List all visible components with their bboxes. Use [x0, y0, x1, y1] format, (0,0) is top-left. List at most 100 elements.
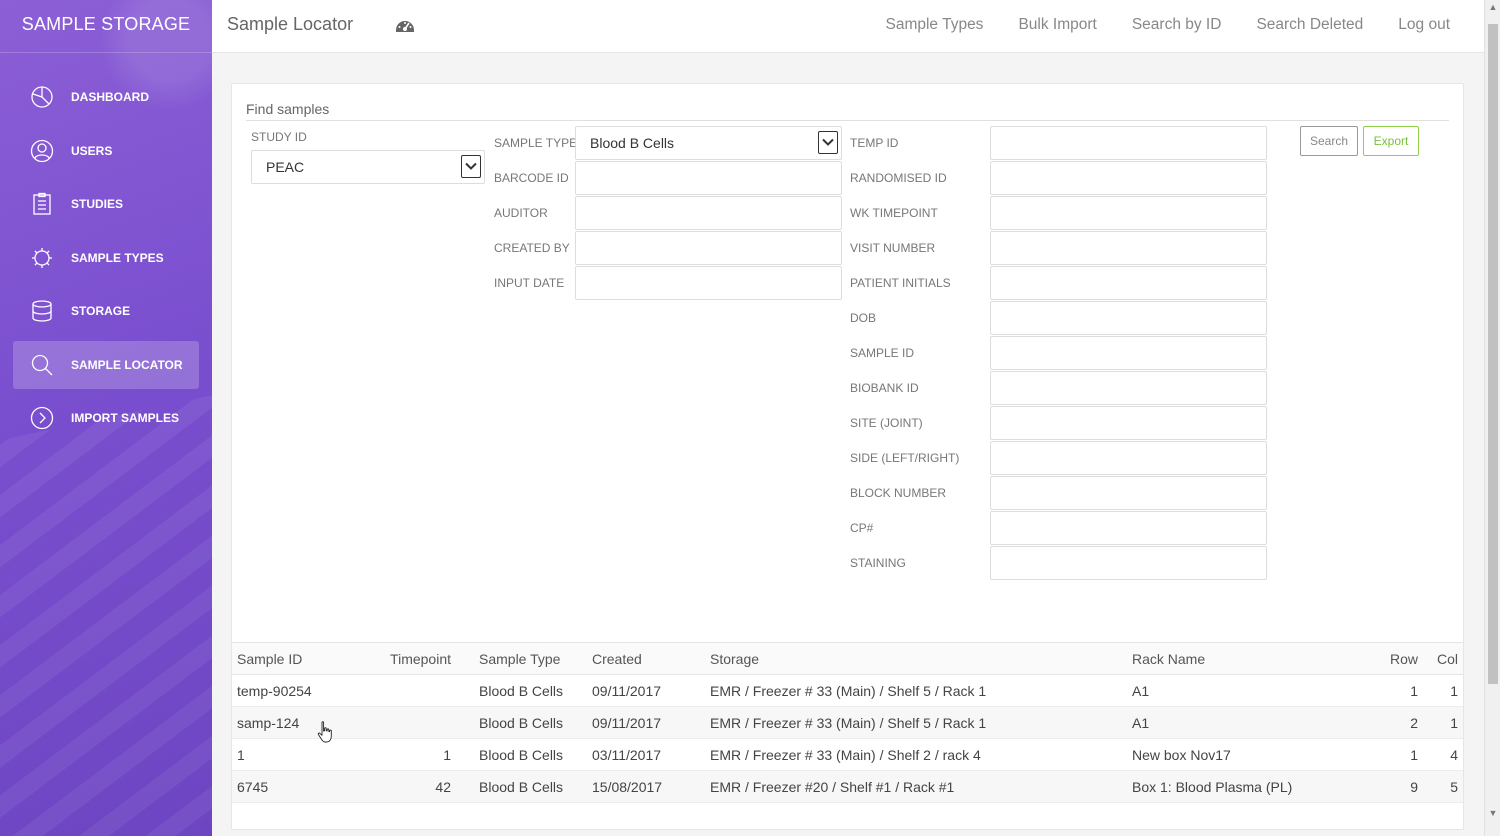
cell-rack-name: A1	[1127, 706, 1369, 739]
hand-cursor-icon	[317, 721, 332, 743]
sidebar-item-label: STORAGE	[71, 304, 131, 318]
sidebar-item-label: STUDIES	[71, 197, 124, 211]
col-header[interactable]: Created	[587, 642, 705, 675]
cp-number-input[interactable]	[990, 511, 1267, 545]
patient-initials-input[interactable]	[990, 266, 1267, 300]
cell-col: 1	[1423, 674, 1463, 707]
cell-sample-type: Blood B Cells	[456, 706, 587, 739]
sidebar-item-users[interactable]: USERS	[13, 127, 199, 175]
clipboard-icon	[29, 191, 55, 217]
chevron-right-circle-icon	[29, 405, 55, 431]
scroll-down-icon[interactable]: ▼	[1488, 808, 1498, 818]
brand-title[interactable]: SAMPLE STORAGE	[0, 0, 212, 53]
dob-input[interactable]	[990, 301, 1267, 335]
randomised-id-input[interactable]	[990, 161, 1267, 195]
sample-type-select[interactable]: Blood B Cells	[575, 126, 842, 160]
col-header[interactable]: Storage	[705, 642, 1127, 675]
wk-timepoint-label: WK TIMEPOINT	[850, 206, 938, 220]
created-by-input[interactable]	[575, 231, 842, 265]
site-joint-label: SITE (JOINT)	[850, 416, 923, 430]
temp-id-input[interactable]	[990, 126, 1267, 160]
cell-timepoint	[372, 674, 456, 707]
randomised-id-label: RANDOMISED ID	[850, 171, 947, 185]
cell-rack-name: A1	[1127, 674, 1369, 707]
side-input[interactable]	[990, 441, 1267, 475]
col-header[interactable]: Sample Type	[456, 642, 587, 675]
vertical-scrollbar[interactable]: ▲ ▼	[1484, 0, 1500, 836]
sample-type-label: SAMPLE TYPE	[494, 136, 578, 150]
table-row[interactable]: 6745 42 Blood B Cells 15/08/2017 EMR / F…	[232, 770, 1463, 803]
export-button[interactable]: Export	[1363, 126, 1419, 156]
created-by-label: CREATED BY	[494, 241, 570, 255]
block-number-input[interactable]	[990, 476, 1267, 510]
table-row[interactable]: samp-124 Blood B Cells 09/11/2017 EMR / …	[232, 706, 1463, 739]
side-label: SIDE (LEFT/RIGHT)	[850, 451, 960, 465]
sidebar-item-label: DASHBOARD	[71, 90, 149, 104]
col-header[interactable]: Row	[1369, 642, 1423, 675]
cell-timepoint	[372, 706, 456, 739]
cell-sample-type: Blood B Cells	[456, 738, 587, 771]
patient-initials-label: PATIENT INITIALS	[850, 276, 951, 290]
barcode-id-label: BARCODE ID	[494, 171, 569, 185]
cell-row: 2	[1369, 706, 1423, 739]
cell-created: 09/11/2017	[587, 674, 705, 707]
sidebar-item-dashboard[interactable]: DASHBOARD	[13, 73, 199, 121]
study-id-select[interactable]: PEAC	[251, 150, 485, 184]
table-row[interactable]: 1 1 Blood B Cells 03/11/2017 EMR / Freez…	[232, 738, 1463, 771]
sidebar-item-studies[interactable]: STUDIES	[13, 180, 199, 228]
col-header[interactable]: Rack Name	[1127, 642, 1369, 675]
staining-input[interactable]	[990, 546, 1267, 580]
site-joint-input[interactable]	[990, 406, 1267, 440]
card-title: Find samples	[246, 101, 330, 117]
scroll-up-icon[interactable]: ▲	[1488, 2, 1498, 12]
sidebar-item-import-samples[interactable]: IMPORT SAMPLES	[13, 394, 199, 442]
input-date-label: INPUT DATE	[494, 276, 565, 290]
search-button[interactable]: Search	[1300, 126, 1358, 156]
col-header[interactable]: Timepoint	[372, 642, 456, 675]
sidebar-item-sample-locator[interactable]: SAMPLE LOCATOR	[13, 340, 199, 389]
page-title: Sample Locator	[227, 14, 354, 34]
cell-sample-id: samp-124	[232, 706, 372, 739]
cell-storage: EMR / Freezer # 33 (Main) / Shelf 5 / Ra…	[705, 674, 1127, 707]
col-header[interactable]: Col	[1423, 642, 1463, 675]
cell-timepoint: 42	[372, 770, 456, 803]
sample-id-input[interactable]	[990, 336, 1267, 370]
table-row[interactable]: temp-90254 Blood B Cells 09/11/2017 EMR …	[232, 674, 1463, 707]
sidebar-item-label: IMPORT SAMPLES	[71, 411, 180, 425]
nav-search-by-id[interactable]: Search by ID	[1132, 16, 1222, 34]
sidebar-item-sample-types[interactable]: SAMPLE TYPES	[13, 234, 199, 282]
sidebar-nav: DASHBOARD USERS STUDIES SAMPLE TYPES STO…	[0, 73, 212, 442]
results-table: Sample ID Timepoint Sample Type Created …	[232, 642, 1463, 803]
sidebar-item-storage[interactable]: STORAGE	[13, 287, 199, 335]
cell-row: 1	[1369, 738, 1423, 771]
visit-number-input[interactable]	[990, 231, 1267, 265]
cell-timepoint: 1	[372, 738, 456, 771]
biobank-id-input[interactable]	[990, 371, 1267, 405]
nav-sample-types[interactable]: Sample Types	[886, 16, 984, 34]
cell-sample-id: temp-90254	[232, 674, 372, 707]
auditor-input[interactable]	[575, 196, 842, 230]
search-icon	[29, 352, 55, 378]
cell-row: 1	[1369, 674, 1423, 707]
col-header[interactable]: Sample ID	[232, 642, 372, 675]
nav-bulk-import[interactable]: Bulk Import	[1018, 16, 1096, 34]
dashboard-gauge-icon[interactable]	[395, 16, 415, 34]
nav-search-deleted[interactable]: Search Deleted	[1256, 16, 1363, 34]
input-date-input[interactable]	[575, 266, 842, 300]
chevron-down-icon[interactable]	[461, 155, 481, 178]
wk-timepoint-input[interactable]	[990, 196, 1267, 230]
gear-icon	[29, 245, 55, 271]
chevron-down-icon[interactable]	[818, 131, 838, 154]
auditor-label: AUDITOR	[494, 206, 548, 220]
table-header-row: Sample ID Timepoint Sample Type Created …	[232, 642, 1463, 675]
cell-sample-id: 1	[232, 738, 372, 771]
block-number-label: BLOCK NUMBER	[850, 486, 947, 500]
visit-number-label: VISIT NUMBER	[850, 241, 936, 255]
cell-col: 1	[1423, 706, 1463, 739]
cell-col: 4	[1423, 738, 1463, 771]
top-nav: Sample Types Bulk Import Search by ID Se…	[886, 16, 1451, 34]
cell-row: 9	[1369, 770, 1423, 803]
scrollbar-thumb[interactable]	[1488, 24, 1498, 684]
nav-log-out[interactable]: Log out	[1398, 16, 1450, 34]
barcode-id-input[interactable]	[575, 161, 842, 195]
